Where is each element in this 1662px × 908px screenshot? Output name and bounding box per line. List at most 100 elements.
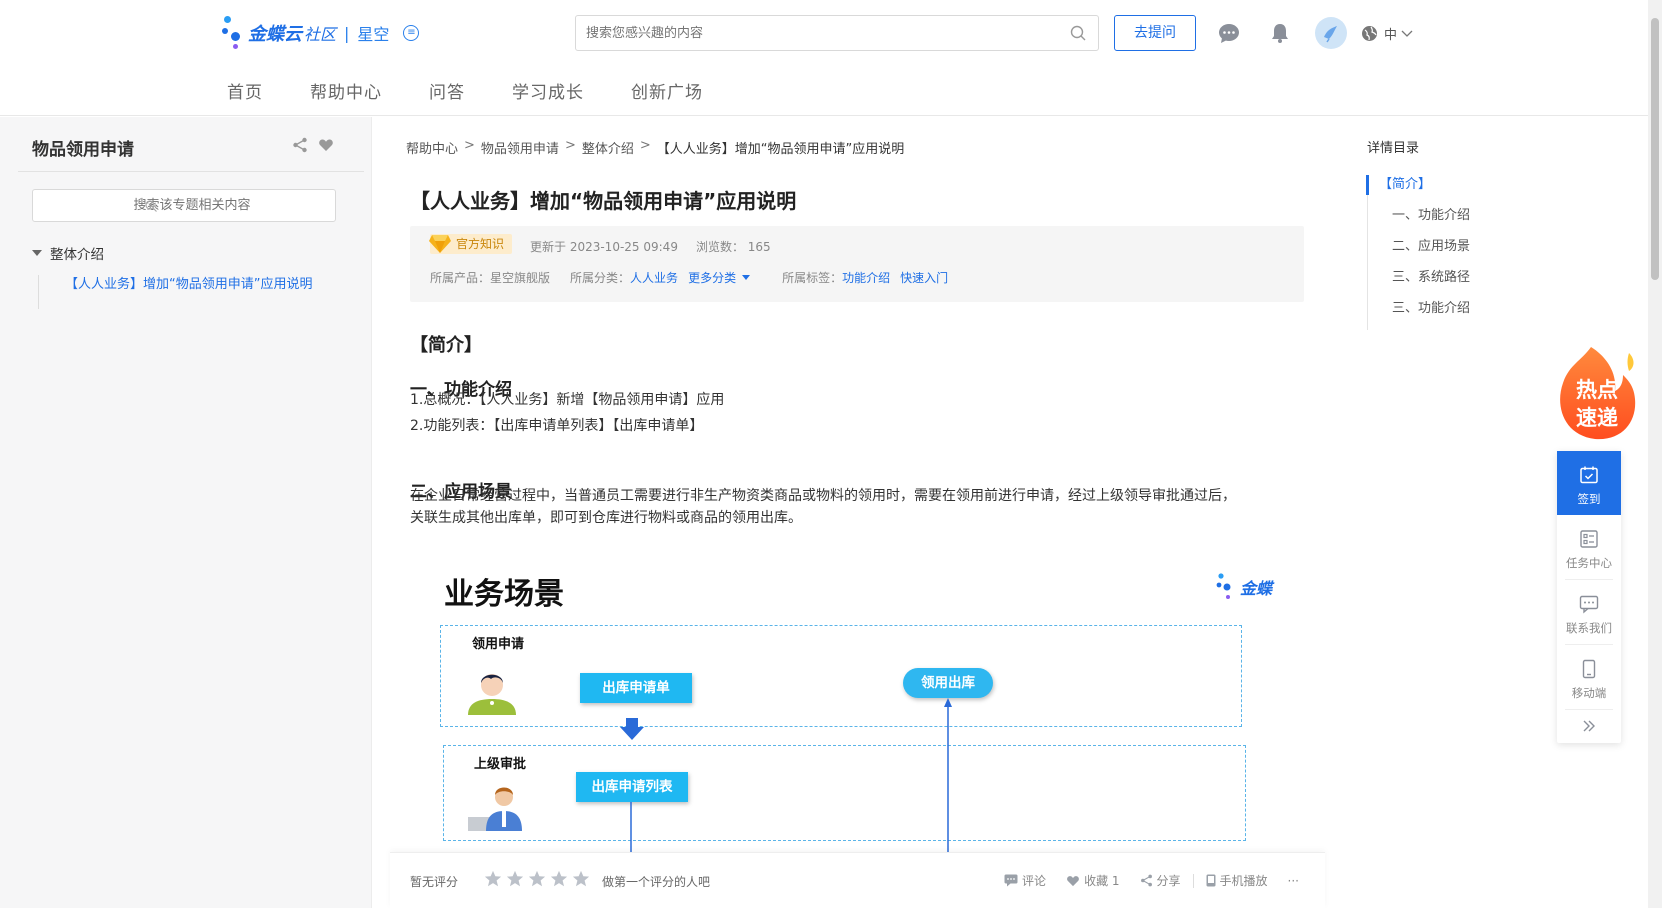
hot-news-line2: 速递 [1576,406,1618,430]
breadcrumb-help-center[interactable]: 帮助中心 [406,138,458,157]
bell-icon[interactable] [1269,22,1291,44]
official-badge-label: 官方知识 [456,237,505,251]
mobile-icon [1582,659,1596,679]
global-search [575,15,1099,51]
star-icon[interactable] [528,870,546,888]
topic-sidebar: 物品领用申请 整体介绍 【人人业务】增加“物品领用申请”应用说明 [0,117,372,908]
collapse-toolbar-button[interactable] [1557,710,1621,743]
tags-label: 所属标签： [782,271,843,285]
mobile-button[interactable]: 移动端 [1557,645,1621,709]
article-main: 帮助中心 > 物品领用申请 > 整体介绍 > 【人人业务】增加“物品领用申请”应… [372,117,1332,908]
share-button[interactable]: 分享 [1140,872,1181,889]
logo-dots-icon [222,14,246,52]
user-avatar[interactable] [1315,17,1347,49]
rating-hint: 做第一个评分的人吧 [602,875,711,889]
task-list-icon [1580,530,1598,548]
favorite-label: 收藏 1 [1084,874,1120,888]
contact-us-label: 联系我们 [1566,621,1612,635]
phone-icon [1206,874,1216,887]
contact-us-button[interactable]: 联系我们 [1557,580,1621,644]
star-icon[interactable] [572,870,590,888]
tree-node-label: 整体介绍 [50,247,104,263]
caret-down-icon [32,250,42,256]
star-icon[interactable] [484,870,502,888]
more-category-label: 更多分类 [688,271,737,285]
tag-link[interactable]: 快速入门 [900,269,948,286]
nav-qa[interactable]: 问答 [429,78,465,103]
tag-link[interactable]: 功能介绍 [842,269,890,286]
toc-item[interactable]: 三、功能介绍 [1368,299,1527,330]
favorite-button[interactable]: 收藏 1 [1066,872,1120,889]
nav-help-center[interactable]: 帮助中心 [310,78,382,103]
task-center-label: 任务中心 [1566,556,1612,570]
comment-label: 评论 [1022,874,1047,888]
more-button[interactable]: ··· [1288,874,1299,888]
comment-icon [1004,874,1018,887]
toc-item[interactable]: 一、功能介绍 [1368,206,1527,237]
global-search-input[interactable] [576,16,1046,50]
logo-community: 社区 [304,25,337,44]
toc-item[interactable]: 【简介】 [1366,175,1527,195]
topic-title: 物品领用申请 [32,140,134,160]
meta-classification: 所属产品： 星空旗舰版 所属分类： 人人业务 更多分类 所属标签： 功能介绍 快… [430,269,948,286]
breadcrumb: 帮助中心 > 物品领用申请 > 整体介绍 > 【人人业务】增加“物品领用申请”应… [406,138,904,157]
toc-item[interactable]: 二、应用场景 [1368,237,1527,268]
tree-item-current-article[interactable]: 【人人业务】增加“物品领用申请”应用说明 [38,275,312,309]
topic-search-input[interactable] [33,190,335,221]
nav-learning[interactable]: 学习成长 [512,78,584,103]
paragraph-line: 1.总概况：【人人业务】新增【物品领用申请】应用 [410,392,725,408]
article-meta: 官方知识 更新于 2023-10-25 09:49 浏览数： 165 所属产品：… [410,226,1304,302]
main-nav: 首页 帮助中心 问答 学习成长 创新广场 [227,78,750,103]
article-bottom-bar: 暂无评分 做第一个评分的人吧 评论 收藏 1 分享 手机播放 ··· [390,852,1325,908]
mobile-play-button[interactable]: 手机播放 [1206,872,1268,889]
sidebar-divider [18,171,364,172]
double-chevron-right-icon [1583,720,1595,732]
star-rating[interactable] [484,870,590,888]
rating-label: 暂无评分 [410,875,459,889]
topic-actions [292,137,334,153]
hot-news-line1: 热点 [1576,378,1618,402]
nav-innovation[interactable]: 创新广场 [631,78,703,103]
globe-icon [1362,26,1377,41]
article-title: 【人人业务】增加“物品领用申请”应用说明 [410,189,797,213]
category-link[interactable]: 人人业务 [630,269,678,286]
message-icon[interactable] [1218,22,1240,44]
task-center-button[interactable]: 任务中心 [1557,515,1621,579]
calendar-check-icon [1580,466,1598,484]
breadcrumb-separator: > [564,138,576,153]
star-icon[interactable] [550,870,568,888]
nav-home[interactable]: 首页 [227,78,263,103]
top-header: 金蝶云 社区 | 星空 ≡ 去提问 中 首页 帮助中心 问答 学习成长 创新广场 [0,0,1648,116]
comment-button[interactable]: 评论 [1004,872,1046,889]
hot-news-widget[interactable]: 热点 速递 [1551,343,1641,443]
logo-text: 金蝶云 [248,24,302,45]
caret-down-icon [742,275,751,280]
language-switcher[interactable]: 中 [1361,24,1413,43]
updated-time: 更新于 2023-10-25 09:49 [530,240,678,254]
breadcrumb-section[interactable]: 整体介绍 [582,138,634,157]
scrollbar-thumb[interactable] [1651,18,1659,280]
share-icon[interactable] [292,137,308,153]
mobile-play-label: 手机播放 [1219,874,1268,888]
more-category-dropdown[interactable]: 更多分类 [688,269,751,286]
product-switch-icon[interactable]: ≡ [403,25,420,41]
toc-item[interactable]: 三、系统路径 [1368,268,1527,299]
product-label: 所属产品： [430,271,491,285]
category-label: 所属分类： [570,271,631,285]
search-icon[interactable] [1070,25,1086,41]
checkin-button[interactable]: 签到 [1557,451,1621,515]
heart-icon[interactable] [318,137,334,153]
tree-node-overview[interactable]: 整体介绍 [32,243,104,263]
breadcrumb-topic[interactable]: 物品领用申请 [481,138,559,157]
heart-icon [1067,876,1079,887]
site-logo[interactable]: 金蝶云 社区 | 星空 ≡ [222,14,420,52]
toc-title: 详情目录 [1367,141,1420,156]
star-icon[interactable] [506,870,524,888]
language-label: 中 [1384,28,1398,43]
paragraph-line: 关联生成其他出库单，即可到仓库进行物料或商品的领用出库。 [410,510,802,526]
ask-question-button[interactable]: 去提问 [1114,15,1196,51]
breadcrumb-current: 【人人业务】增加“物品领用申请”应用说明 [656,142,905,157]
chevron-down-icon [1401,30,1413,37]
page-scrollbar[interactable] [1648,0,1662,908]
action-divider [1192,873,1194,888]
